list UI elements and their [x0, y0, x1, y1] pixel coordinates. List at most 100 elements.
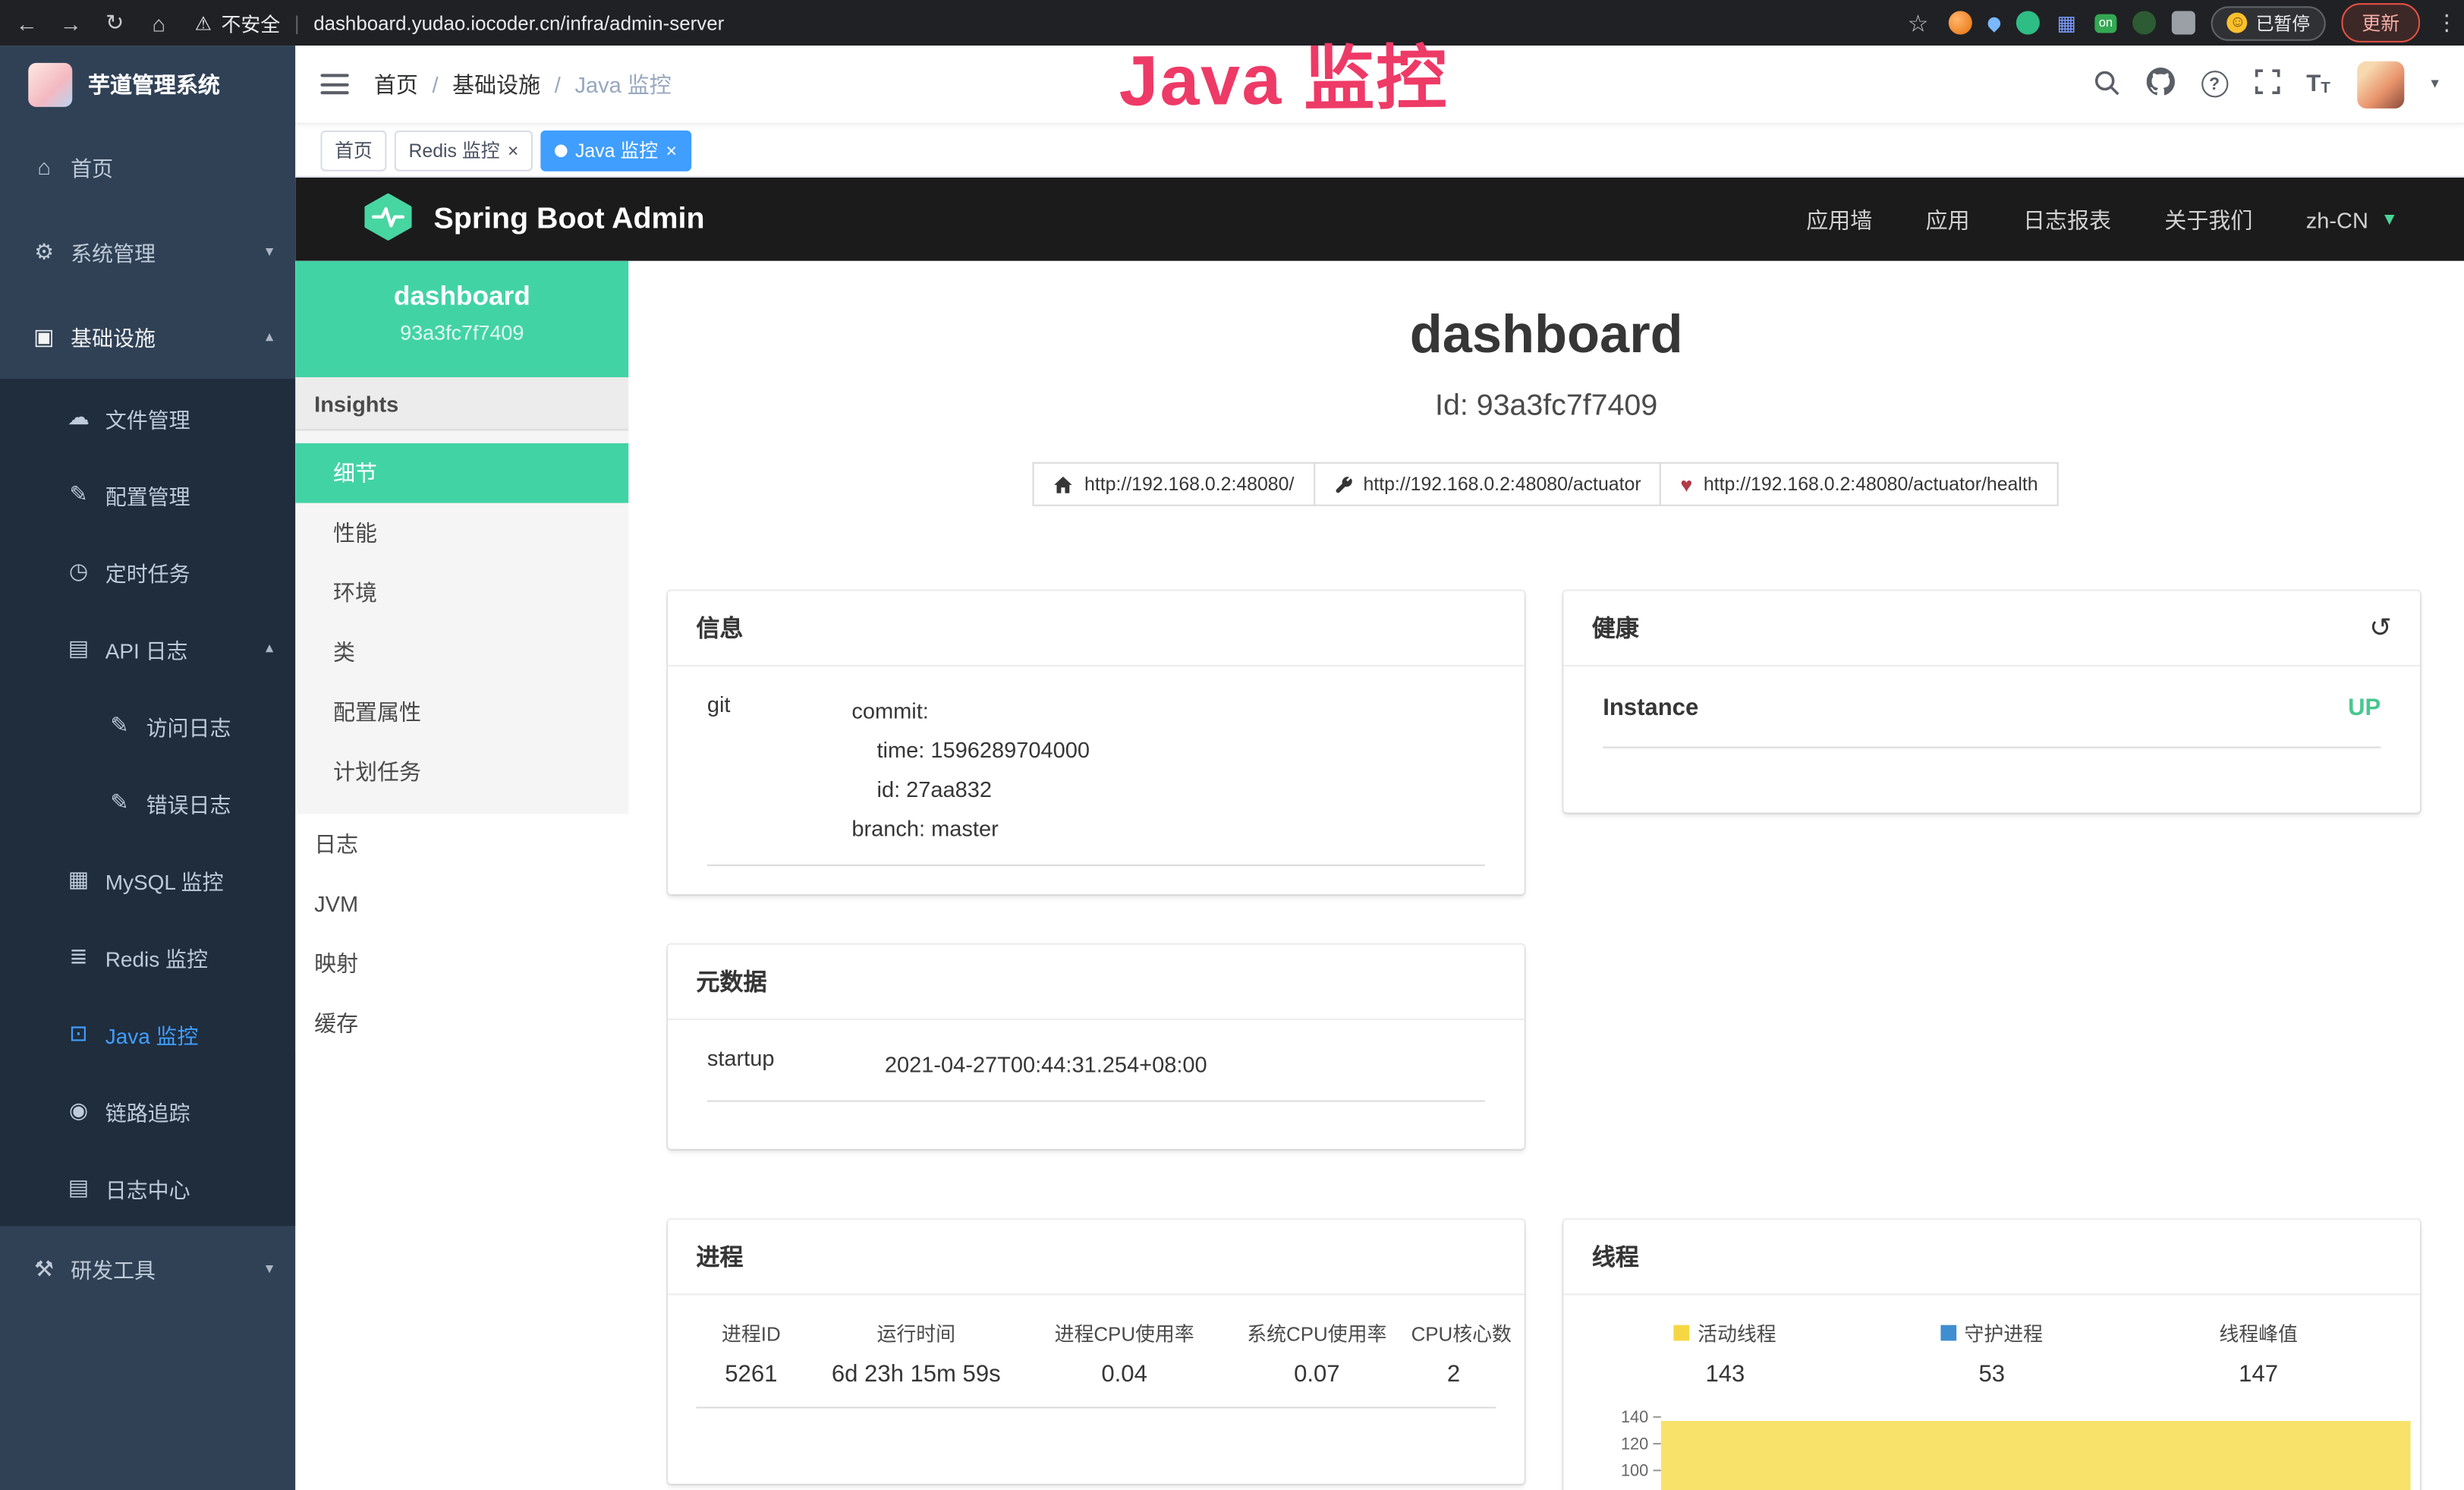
sba-nav-about[interactable]: 关于我们 — [2164, 203, 2252, 235]
metadata-row-startup: startup 2021-04-27T00:44:31.254+08:00 — [707, 1045, 1485, 1102]
text-size-icon[interactable]: TT — [2306, 71, 2330, 97]
instance-link-actuator[interactable]: http://192.168.0.2:48080/actuator — [1313, 462, 1661, 506]
sidebar-item-access-logs[interactable]: ✎ 访问日志 — [0, 687, 295, 764]
sba-menu-configprops[interactable]: 配置属性 — [295, 682, 628, 742]
cell-value: 0.07 — [1223, 1361, 1411, 1388]
screenshot-stage: ← → ↻ ⌂ ⚠ 不安全 | dashboard.yudao.iocoder.… — [0, 0, 2464, 1490]
instance-link-health[interactable]: ♥ http://192.168.0.2:48080/actuator/heal… — [1660, 462, 2058, 506]
sidebar-item-error-logs[interactable]: ✎ 错误日志 — [0, 764, 295, 840]
user-avatar[interactable] — [2357, 61, 2404, 108]
history-icon[interactable]: ↺ — [2369, 613, 2392, 644]
back-icon[interactable]: ← — [13, 10, 41, 35]
extension-icon-fox[interactable] — [1948, 11, 1972, 34]
locale-select[interactable]: zh-CN ▼ — [2306, 206, 2398, 232]
search-icon[interactable] — [2093, 68, 2119, 99]
extension-icon-plant[interactable] — [2133, 11, 2157, 34]
sidebar-item-infra[interactable]: ▣ 基础设施 ▴ — [0, 294, 295, 379]
sba-nav-journal[interactable]: 日志报表 — [2023, 203, 2111, 235]
close-icon[interactable]: × — [666, 140, 677, 159]
info-line: branch: master — [851, 809, 1485, 849]
sba-menu-metrics[interactable]: 性能 — [295, 503, 628, 563]
sidebar-item-label: 配置管理 — [105, 479, 190, 510]
cell-value: 143 — [1592, 1361, 1858, 1388]
reload-icon[interactable]: ↻ — [101, 9, 129, 36]
address-bar[interactable]: ⚠ 不安全 | dashboard.yudao.iocoder.cn/infra… — [195, 8, 1888, 37]
sidebar-item-java-monitor[interactable]: ⊡ Java 监控 — [0, 995, 295, 1072]
extension-icon-green[interactable] — [2016, 11, 2039, 34]
sidebar-item-label: 研发工具 — [71, 1252, 156, 1284]
chevron-down-icon: ▾ — [266, 1260, 273, 1277]
instance-header[interactable]: dashboard 93a3fc7f7409 — [295, 261, 628, 377]
active-dot — [555, 143, 568, 156]
info-value: commit: time: 1596289704000 id: 27aa832 … — [851, 691, 1485, 849]
sba-nav-wallboard[interactable]: 应用墙 — [1806, 203, 1872, 235]
sidebar-item-mysql-monitor[interactable]: ▦ MySQL 监控 — [0, 841, 295, 918]
extension-icon-drop[interactable] — [1984, 14, 2002, 31]
sidebar-item-label: API 日志 — [105, 632, 188, 663]
update-button[interactable]: 更新 — [2341, 3, 2420, 43]
sidebar-item-scheduled-jobs[interactable]: ◷ 定时任务 — [0, 533, 295, 610]
sidebar-item-home[interactable]: ⌂ 首页 — [0, 124, 295, 209]
fullscreen-icon[interactable] — [2255, 69, 2280, 99]
sidebar-item-label: 日志中心 — [105, 1172, 190, 1203]
browser-menu-icon[interactable]: ⋮ — [2436, 9, 2452, 36]
url-text[interactable]: dashboard.yudao.iocoder.cn/infra/admin-s… — [313, 12, 724, 34]
database-icon: ▦ — [66, 866, 91, 893]
instance-link-root[interactable]: http://192.168.0.2:48080/ — [1033, 462, 1315, 506]
extensions-puzzle-icon[interactable] — [2173, 11, 2196, 34]
sba-menu-mappings[interactable]: 映射 — [295, 934, 628, 994]
extension-icon-grid[interactable]: ▦ — [2055, 10, 2079, 35]
sba-menu-environment[interactable]: 环境 — [295, 562, 628, 622]
locale-label: zh-CN — [2306, 206, 2368, 232]
sidebar-item-dev-tools[interactable]: ⚒ 研发工具 ▾ — [0, 1226, 295, 1311]
forward-icon[interactable]: → — [57, 10, 85, 35]
instance-name: dashboard — [295, 282, 628, 313]
sidebar-item-tracing[interactable]: ◉ 链路追踪 — [0, 1072, 295, 1148]
threads-col-daemon: 守护进程 53 — [1858, 1317, 2125, 1388]
browser-home-icon[interactable]: ⌂ — [145, 10, 173, 35]
github-icon[interactable] — [2146, 68, 2174, 100]
cell-value: 53 — [1858, 1361, 2125, 1388]
sba-brand[interactable]: Spring Boot Admin — [361, 194, 704, 245]
tab-redis-monitor[interactable]: Redis 监控 × — [395, 130, 533, 171]
sba-menu-logfile[interactable]: 日志 — [295, 814, 628, 874]
cell-value: 2 — [1411, 1361, 1496, 1388]
sba-menu-caches[interactable]: 缓存 — [295, 994, 628, 1054]
sidebar-item-config-manage[interactable]: ✎ 配置管理 — [0, 456, 295, 533]
paused-badge[interactable]: ☺ 已暂停 — [2212, 5, 2326, 40]
sba-menu-jvm[interactable]: JVM — [295, 874, 628, 934]
home-icon — [1053, 474, 1074, 494]
sidebar-item-file-manage[interactable]: ☁ 文件管理 — [0, 379, 295, 455]
help-icon[interactable]: ? — [2201, 71, 2228, 97]
sba-body: dashboard 93a3fc7f7409 Insights 细节 性能 环境… — [295, 261, 2464, 1490]
extension-icon-on[interactable]: on — [2094, 14, 2117, 33]
sba-menu-classes[interactable]: 类 — [295, 622, 628, 682]
sidebar-item-api-logs[interactable]: ▤ API 日志 ▴ — [0, 610, 295, 686]
health-label: Instance — [1603, 695, 1698, 721]
hamburger-icon[interactable] — [320, 74, 348, 94]
legend-label: 活动线程 — [1698, 1317, 1776, 1347]
page-instance-id: Id: 93a3fc7f7409 — [628, 390, 2464, 425]
sidebar-item-system[interactable]: ⚙ 系统管理 ▾ — [0, 209, 295, 294]
cell-value: 5261 — [696, 1361, 806, 1388]
app-logo[interactable]: 芋道管理系统 — [0, 46, 295, 124]
close-icon[interactable]: × — [508, 140, 519, 159]
sidebar-item-label: 系统管理 — [71, 236, 156, 267]
avatar-caret-icon[interactable]: ▾ — [2431, 75, 2438, 93]
process-col-process-cpu: 进程CPU使用率 0.04 — [1026, 1317, 1223, 1388]
sba-menu-scheduledtasks[interactable]: 计划任务 — [295, 742, 628, 802]
sidebar-item-log-center[interactable]: ▤ 日志中心 — [0, 1149, 295, 1226]
sba-nav-applications[interactable]: 应用 — [1926, 203, 1970, 235]
sidebar-item-label: MySQL 监控 — [105, 864, 224, 895]
breadcrumb-home[interactable]: 首页 — [374, 68, 418, 99]
tab-home[interactable]: 首页 — [320, 130, 386, 171]
health-row-instance[interactable]: Instance UP — [1603, 695, 2381, 748]
sidebar-item-redis-monitor[interactable]: ≣ Redis 监控 — [0, 918, 295, 994]
tab-java-monitor[interactable]: Java 监控 × — [540, 130, 691, 171]
insights-group-label: Insights — [295, 377, 628, 430]
breadcrumb-infra[interactable]: 基础设施 — [452, 68, 540, 99]
sba-menu-details[interactable]: 细节 — [295, 443, 628, 503]
sba-content: dashboard Id: 93a3fc7f7409 http://192.16… — [628, 261, 2464, 1490]
security-label[interactable]: 不安全 — [221, 8, 280, 37]
bookmark-star-icon[interactable]: ☆ — [1904, 8, 1932, 36]
